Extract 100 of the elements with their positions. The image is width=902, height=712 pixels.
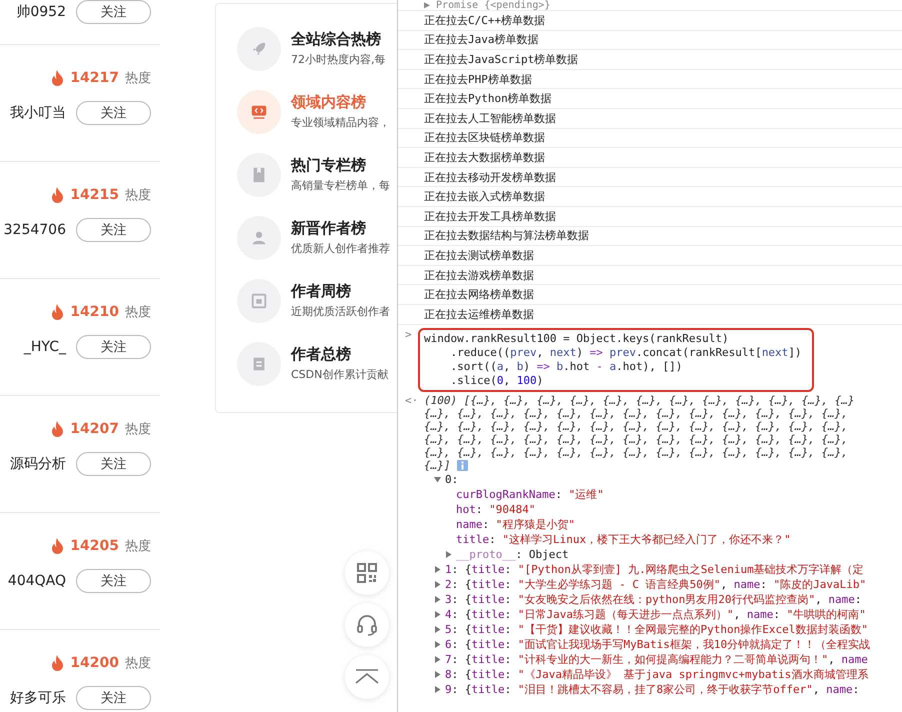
heat-value: 14215 [70, 187, 119, 203]
array-preview[interactable]: {…}] [424, 458, 854, 472]
collapsed-triangle-icon[interactable] [445, 550, 452, 558]
author-name[interactable]: 好多可乐 [10, 689, 66, 707]
flame-icon [51, 421, 64, 437]
array-entry[interactable]: 8: {title: "《Java精品毕设》 基于java springmvc+mybatis酒水商城管理系 [434, 666, 902, 682]
heat-label: 热度 [125, 304, 151, 321]
chevron-up-icon [354, 669, 380, 685]
console-log-line: 正在拉去运维榜单数据 [398, 304, 902, 324]
object-property: curBlogRankName: "运维" [455, 486, 605, 502]
flame-icon [51, 538, 64, 554]
code-line: .reduce((prev, next) => prev.concat(rankResult[next]) [449, 346, 802, 360]
array-preview[interactable]: {…}, {…}, {…}, {…}, {…}, {…}, {…}, {…}, {…}, {…}, {…}, {…}, {…}, [424, 446, 854, 458]
flame-icon [51, 655, 64, 671]
console-log-line: 正在拉去Java榜单数据 [398, 30, 902, 50]
console-log-line: 正在拉去PHP榜单数据 [398, 70, 902, 90]
heat-value: 14210 [70, 304, 119, 320]
collapsed-triangle-icon[interactable] [434, 580, 441, 588]
menu-item-description: 专业领域精品内容， [291, 115, 390, 130]
support-button[interactable] [345, 603, 389, 647]
array-entry[interactable]: __proto__: Object [434, 546, 902, 562]
expanded-triangle-icon[interactable] [434, 476, 441, 482]
array-entry[interactable]: 6: {title: "面试官让我现场手写MyBatis框架，我10分钟就搞定了！！（全程实战 [434, 636, 902, 652]
console-log-line: 正在拉去JavaScript榜单数据 [398, 50, 902, 70]
info-icon [456, 460, 468, 470]
heat-value: 14205 [70, 538, 119, 554]
follow-button[interactable]: 关注 [76, 101, 151, 125]
collapsed-triangle-icon[interactable] [434, 656, 441, 662]
menu-item[interactable]: 热门专栏榜 [291, 156, 390, 175]
author-name[interactable]: 404QAQ [8, 573, 66, 589]
author-name[interactable]: 帅0952 [16, 3, 66, 21]
menu-item[interactable]: 作者周榜 [291, 282, 390, 301]
code-icon [250, 102, 268, 120]
follow-button[interactable]: 关注 [76, 686, 151, 710]
menu-item-description: 近期优质活跃创作者 [291, 304, 390, 319]
author-name[interactable]: _HYC_ [24, 339, 66, 355]
array-preview[interactable]: {…}, {…}, {…}, {…}, {…}, {…}, {…}, {…}, {…}, {…}, {…}, {…}, {…}, [424, 406, 854, 420]
qr-code-button[interactable] [345, 551, 389, 595]
collapsed-triangle-icon[interactable] [434, 566, 441, 572]
console-log-line: 正在拉去网络榜单数据 [398, 285, 902, 305]
console-log-line: 正在拉去大数据榜单数据 [398, 148, 902, 168]
result-arrow-icon: <· [405, 394, 416, 472]
console-log-line: 正在拉去游戏榜单数据 [398, 266, 902, 286]
collapsed-triangle-icon[interactable] [434, 670, 441, 678]
headset-icon [355, 613, 379, 637]
author-name[interactable]: 3254706 [4, 222, 66, 238]
collapsed-triangle-icon[interactable] [434, 626, 441, 632]
follow-button[interactable]: 关注 [76, 0, 151, 24]
object-property: name: "程序猿是小贺" [455, 516, 576, 532]
qr-code-icon [356, 562, 378, 584]
array-entry[interactable]: 3: {title: "女友晚安之后依然在线：python男友用20行代码监控查岗", name: [434, 592, 902, 606]
menu-item[interactable]: 全站综合热榜 [291, 30, 386, 49]
array-entry[interactable]: 0: [434, 472, 902, 486]
menu-item[interactable]: 新晋作者榜 [291, 219, 390, 238]
array-entry[interactable]: 4: {title: "日常Java练习题（每天进步一点点系列）", name: "牛哄哄的柯南" [434, 606, 902, 622]
collapsed-triangle-icon[interactable] [434, 610, 441, 618]
console-output-line: ▶ Promise {<pending>} [398, 0, 902, 11]
heat-label: 热度 [125, 421, 151, 438]
console-log-line: 正在拉去区块链榜单数据 [398, 128, 902, 148]
prompt-icon: > [405, 328, 416, 340]
follow-button[interactable]: 关注 [76, 218, 151, 242]
console-log-line: 正在拉去测试榜单数据 [398, 246, 902, 266]
array-entry[interactable]: 7: {title: "计科专业的大一新生，如何提高编程能力？二哥简单说两句！", name [434, 652, 902, 666]
code-line: .sort((a, b) => b.hot - a.hot), []) [449, 360, 684, 374]
array-entry[interactable]: 2: {title: "大学生必学练习题 - C 语言经典50例", name: "陈皮的JavaLib" [434, 576, 902, 592]
collapsed-triangle-icon[interactable] [434, 596, 441, 602]
collapsed-triangle-icon[interactable] [434, 686, 441, 692]
object-property: title: "这样学习Linux，楼下王大爷都已经入门了，你还不来？" [455, 532, 792, 546]
console-log-line: 正在拉去Python榜单数据 [398, 89, 902, 109]
follow-button[interactable]: 关注 [76, 569, 151, 593]
console-log-line: 正在拉去人工智能榜单数据 [398, 108, 902, 129]
author-name[interactable]: 我小叮当 [10, 104, 66, 122]
author-name[interactable]: 源码分析 [10, 455, 66, 473]
array-preview[interactable]: (100) [{…}, {…}, {…}, {…}, {…}, {…}, {…}, {…}, {…}, {…}, {…}, {…} [424, 394, 854, 406]
heat-label: 热度 [125, 538, 151, 555]
back-to-top-button[interactable] [345, 655, 389, 699]
follow-button[interactable]: 关注 [76, 452, 151, 476]
array-preview[interactable]: {…}, {…}, {…}, {…}, {…}, {…}, {…}, {…}, {…}, {…}, {…}, {…}, {…}, [424, 432, 854, 446]
console-log-line: 正在拉去嵌入式榜单数据 [398, 187, 902, 207]
flame-icon [51, 187, 64, 203]
console-log-line: 正在拉去C/C++榜单数据 [398, 11, 902, 31]
flame-icon [51, 304, 64, 320]
heat-label: 热度 [125, 187, 151, 204]
array-entry[interactable]: 9: {title: "泪目！跳槽太不容易，挂了8家公司，终于收获字节offer", name: [434, 682, 902, 696]
array-entry[interactable]: 1: {title: "[Python从零到壹] 九.网络爬虫之Selenium基础技术万字详解（定 [434, 562, 902, 576]
menu-item-description: 优质新人创作者推荐 [291, 241, 390, 256]
flame-icon [51, 70, 64, 86]
array-preview[interactable]: {…}, {…}, {…}, {…}, {…}, {…}, {…}, {…}, {…}, {…}, {…}, {…}, {…}, [424, 420, 854, 432]
array-entry[interactable]: 5: {title: "【干货】建议收藏！！全网最完整的Python操作Excel数据封装函数" [434, 622, 902, 636]
menu-item-description: 高销量专栏榜单，每 [291, 178, 390, 193]
heat-label: 热度 [125, 655, 151, 672]
heat-value: 14200 [70, 655, 119, 671]
console-log-line: 正在拉去开发工具榜单数据 [398, 206, 902, 227]
menu-item-description: 72小时热度内容,每 [291, 52, 386, 67]
object-property: hot: "90484" [455, 502, 536, 516]
menu-item[interactable]: 作者总榜 [291, 345, 388, 364]
collapsed-triangle-icon[interactable] [434, 640, 441, 648]
follow-button[interactable]: 关注 [76, 335, 151, 359]
heat-label: 热度 [125, 70, 151, 87]
code-line: window.rankResult100 = Object.keys(rankResult) [424, 332, 730, 346]
